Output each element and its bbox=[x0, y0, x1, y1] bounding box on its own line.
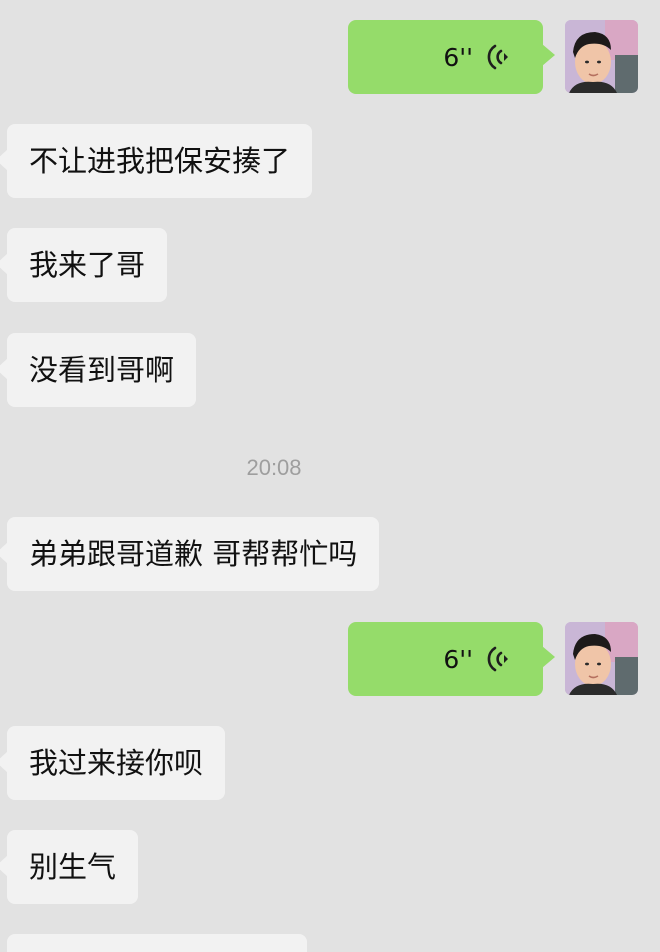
voice-wave-icon bbox=[487, 44, 508, 70]
outgoing-voice-message[interactable]: 6'' bbox=[348, 20, 555, 94]
message-text: 不让进我把保安揍了 bbox=[29, 143, 291, 178]
incoming-text-message[interactable]: 别生气 bbox=[0, 830, 139, 904]
outgoing-voice-message[interactable]: 6'' bbox=[348, 622, 555, 696]
user-avatar[interactable] bbox=[565, 622, 638, 695]
voice-wave-icon bbox=[487, 646, 508, 672]
voice-duration: 6'' bbox=[443, 42, 473, 72]
message-text: 我来了哥 bbox=[29, 247, 146, 282]
message-text: 弟弟跟哥道歉 哥帮帮忙吗 bbox=[29, 536, 358, 571]
incoming-text-message[interactable]: 不让进我把保安揍了 bbox=[0, 124, 313, 198]
incoming-text-message[interactable]: 我过来接你呗 bbox=[0, 726, 226, 800]
voice-duration: 6'' bbox=[443, 644, 473, 674]
incoming-text-message-partial[interactable] bbox=[7, 934, 307, 952]
message-text: 没看到哥啊 bbox=[29, 352, 175, 387]
incoming-text-message[interactable]: 弟弟跟哥道歉 哥帮帮忙吗 bbox=[0, 517, 380, 591]
message-text: 我过来接你呗 bbox=[29, 745, 204, 780]
incoming-text-message[interactable]: 我来了哥 bbox=[0, 228, 168, 302]
chat-thread: 6'' 不让进我把保安揍了 我来了哥 没看到哥啊 20:08 弟弟跟哥道歉 哥帮… bbox=[0, 0, 660, 952]
incoming-text-message[interactable]: 没看到哥啊 bbox=[0, 333, 197, 407]
chat-timestamp: 20:08 bbox=[246, 455, 302, 480]
message-text: 别生气 bbox=[29, 849, 117, 884]
user-avatar[interactable] bbox=[565, 20, 638, 93]
